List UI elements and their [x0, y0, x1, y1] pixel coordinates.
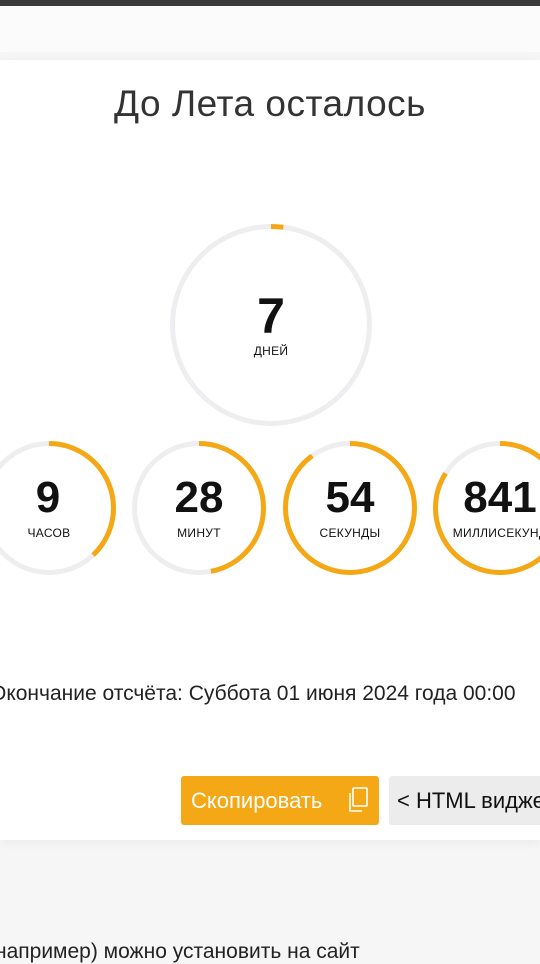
hours-unit: ЧАСОВ [0, 526, 117, 540]
html-widget-button[interactable]: < HTML виджет [389, 776, 540, 825]
countdown-card: До Лета осталось 7 ДНЕЙ 9 ЧАСОВ 28 МИНУТ… [0, 60, 540, 840]
hours-ring: 9 ЧАСОВ [0, 440, 117, 576]
hours-value: 9 [0, 473, 116, 523]
header-strip [0, 6, 540, 52]
seconds-unit: СЕКУНДЫ [282, 526, 418, 540]
countdown-title: До Лета осталось [0, 83, 540, 125]
minutes-unit: МИНУТ [131, 526, 267, 540]
days-unit: ДНЕЙ [169, 344, 373, 358]
minutes-ring: 28 МИНУТ [131, 440, 267, 576]
milliseconds-ring: 841 МИЛЛИСЕКУНД [432, 440, 540, 576]
html-widget-button-label: < HTML виджет [397, 788, 540, 814]
copy-button-label: Скопировать [191, 788, 322, 814]
copy-icon [347, 787, 369, 813]
days-value: 7 [169, 287, 373, 345]
milliseconds-value: 841 [432, 473, 540, 523]
copy-button[interactable]: Скопировать [181, 776, 379, 825]
seconds-ring: 54 СЕКУНДЫ [282, 440, 418, 576]
minutes-value: 28 [131, 473, 267, 523]
milliseconds-unit: МИЛЛИСЕКУНД [432, 526, 540, 540]
seconds-value: 54 [282, 473, 418, 523]
countdown-end-date: Окончание отсчёта: Суббота 01 июня 2024 … [0, 682, 540, 706]
bottom-text: (например) можно установить на сайт [0, 940, 360, 964]
days-ring: 7 ДНЕЙ [169, 223, 373, 427]
